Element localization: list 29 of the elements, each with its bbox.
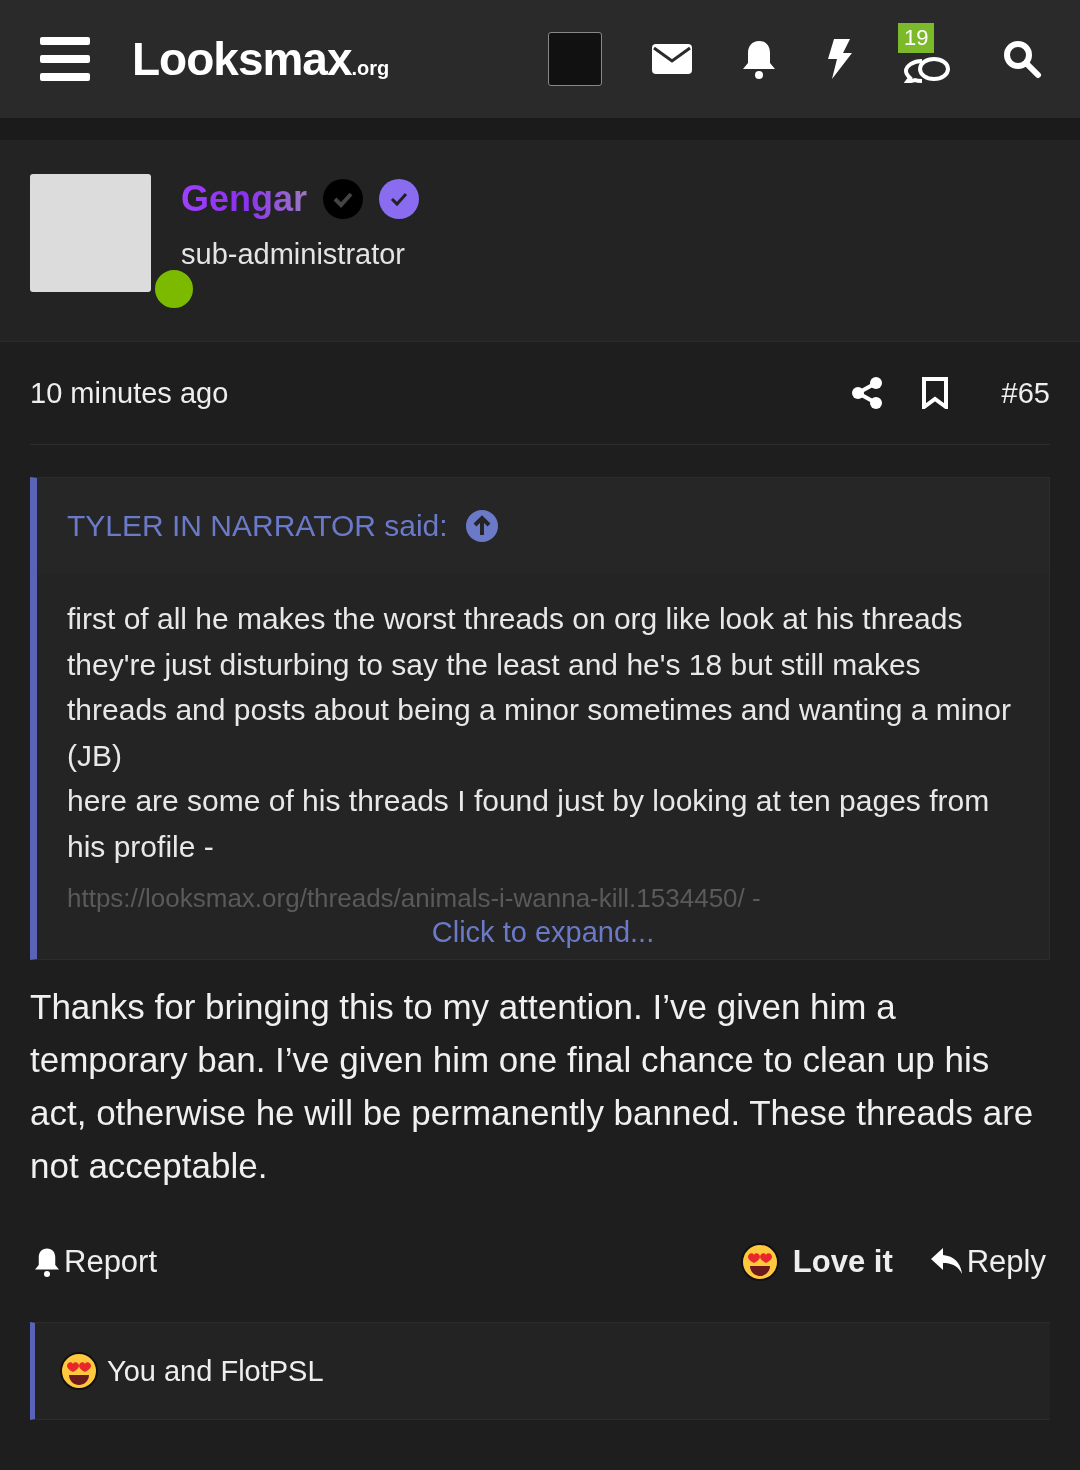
- verified-badge-icon: [379, 179, 420, 219]
- bell-icon: [34, 1247, 60, 1277]
- share-icon[interactable]: [851, 377, 882, 409]
- mail-icon[interactable]: [652, 44, 692, 74]
- heart-eyes-emoji-icon: [740, 1242, 781, 1282]
- love-it-button[interactable]: Love it: [736, 1242, 897, 1282]
- check-badge-icon: [323, 179, 364, 219]
- lightning-icon[interactable]: [826, 39, 852, 79]
- site-logo[interactable]: Looksmax.org: [132, 32, 548, 86]
- quote-author-link[interactable]: TYLER IN NARRATOR said:: [67, 509, 448, 543]
- user-title: sub-administrator: [181, 238, 407, 271]
- reply-arrow-icon: [930, 1248, 963, 1276]
- bookmark-icon[interactable]: [921, 377, 948, 409]
- quote-text: here are some of his threads I found just by looking at ten pages from his profile -: [67, 783, 991, 865]
- reply-button[interactable]: Reply: [926, 1244, 1050, 1280]
- report-button[interactable]: Report: [30, 1244, 162, 1280]
- arrow-up-circle-icon[interactable]: [465, 510, 498, 542]
- post-text: Thanks for bringing this to my attention. I’ve given him a temporary ban. I’ve given him one final chance to clean up his act, otherwise he will be permanently banned. These threads are not acceptable.: [30, 986, 1035, 1187]
- notification-count-badge: 19: [898, 23, 935, 53]
- reactions-link[interactable]: You and FlotPSL: [107, 1354, 324, 1388]
- user-avatar[interactable]: [548, 32, 602, 86]
- menu-icon[interactable]: [40, 37, 90, 81]
- heart-eyes-emoji-icon: [59, 1351, 99, 1391]
- expand-link[interactable]: Click to expand...: [431, 916, 655, 949]
- post-number-link[interactable]: #65: [1001, 376, 1050, 410]
- quote-text: first of all he makes the worst threads on org like look at his threads they're just disturbing to say the least and he's 18 but still makes threads and posts about being a minor sometimes and wanting a minor (JB): [67, 601, 1012, 774]
- post-time: 10 minutes ago: [30, 376, 230, 410]
- bell-icon[interactable]: [742, 39, 776, 79]
- search-icon[interactable]: [1002, 39, 1042, 79]
